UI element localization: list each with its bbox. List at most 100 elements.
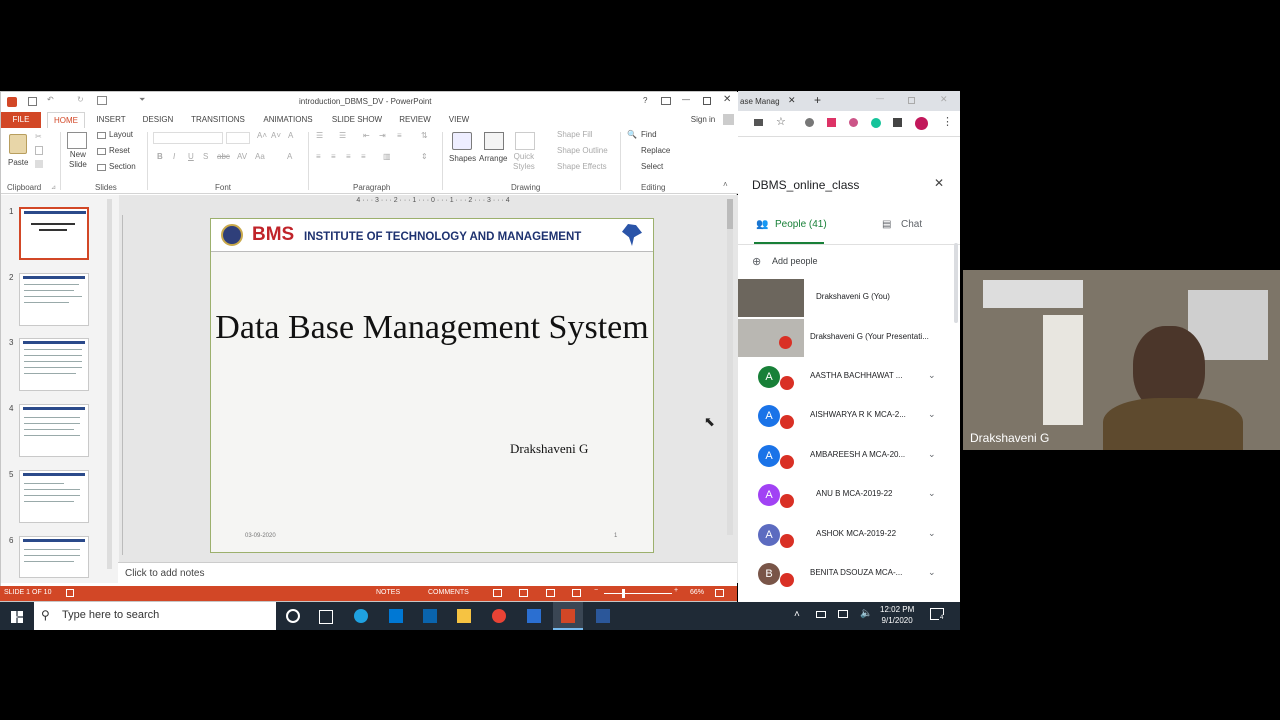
browser-restore-icon[interactable] [908,97,915,104]
maximize-icon[interactable] [703,97,711,105]
tab-review[interactable]: REVIEW [395,112,435,128]
increase-indent-icon[interactable]: ⇥ [379,131,386,140]
chevron-down-icon[interactable]: ⌄ [928,488,936,499]
section-button[interactable]: Section [109,162,136,171]
shape-fill-button[interactable]: Shape Fill [557,130,593,139]
participant-row[interactable]: B BENITA DSOUZA MCA-... ⌄ [738,555,960,594]
normal-view-icon[interactable] [493,589,502,597]
participant-row[interactable]: A AISHWARYA R K MCA-2... ⌄ [738,397,960,436]
chevron-down-icon[interactable]: ⌄ [928,567,936,578]
align-center-icon[interactable]: ≡ [331,152,336,161]
layout-icon[interactable] [97,132,106,139]
extension-2-icon[interactable] [827,118,836,127]
browser-close-icon[interactable]: ✕ [940,94,948,105]
shrink-font-icon[interactable]: A˅ [271,131,281,140]
collapse-ribbon-icon[interactable]: ˄ [723,180,728,189]
show-hidden-icons-icon[interactable]: ˄ [794,609,800,620]
extension-3-icon[interactable] [849,118,858,127]
customize-qat-icon[interactable]: ⏷ [139,95,145,105]
file-explorer-icon[interactable] [457,609,471,623]
browser-minimize-icon[interactable]: — [876,94,884,103]
mail-icon[interactable] [423,609,437,623]
underline-icon[interactable]: U [188,152,194,161]
help-icon[interactable]: ? [643,96,647,105]
bold-icon[interactable]: B [157,152,163,161]
tab-chat[interactable]: Chat [901,219,922,230]
bookmark-star-icon[interactable]: ☆ [776,115,786,128]
participant-row[interactable]: A ANU B MCA-2019-22 ⌄ [738,476,960,515]
participants-scrollbar[interactable] [954,243,958,323]
slide-show-icon[interactable] [572,589,581,597]
slide-thumbnail-2[interactable] [19,273,89,326]
comments-button[interactable]: COMMENTS [428,589,469,596]
reset-button[interactable]: Reset [109,146,130,155]
user-icon[interactable] [723,114,734,125]
quick-styles-icon[interactable] [515,132,535,150]
browser-tab-title[interactable]: ase Manag [740,97,780,106]
dialog-launcher-icon[interactable]: ⊿ [51,184,56,191]
new-slide-button[interactable]: New Slide [69,150,87,170]
clear-formatting-icon[interactable]: A [288,131,293,140]
volume-icon[interactable]: 🔈 [860,608,872,619]
slide-thumbnail-6[interactable] [19,536,89,578]
zoom-level[interactable]: 66% [690,589,704,596]
tab-transitions[interactable]: TRANSITIONS [189,112,247,128]
select-button[interactable]: Select [641,162,663,171]
shapes-icon[interactable] [452,132,472,150]
format-painter-icon[interactable] [35,160,43,168]
start-from-beginning-icon[interactable] [97,96,107,105]
reset-icon[interactable] [97,148,106,155]
save-icon[interactable] [28,97,37,106]
people-tab-icon[interactable]: 👥 [756,219,768,230]
strikethrough-icon[interactable]: abc [217,152,230,161]
thumbs-scrollbar[interactable] [107,199,112,569]
bullets-icon[interactable]: ☰ [316,131,323,140]
close-panel-icon[interactable]: ✕ [934,176,944,190]
tab-animations[interactable]: ANIMATIONS [259,112,317,128]
justify-icon[interactable]: ≡ [361,152,366,161]
shapes-button[interactable]: Shapes [449,154,476,163]
tab-view[interactable]: VIEW [445,112,473,128]
extension-5-icon[interactable] [893,118,902,127]
arrange-icon[interactable] [484,132,504,150]
minimize-icon[interactable]: — [682,95,690,104]
browser-menu-icon[interactable]: ⋮ [942,115,953,128]
redo-icon[interactable]: ↻ [77,95,84,104]
undo-icon[interactable]: ↶ [47,95,54,104]
task-view-icon[interactable] [319,610,333,624]
paste-icon[interactable] [9,134,27,154]
font-size-dropdown[interactable] [226,132,250,144]
battery-icon[interactable] [816,611,826,618]
tab-insert[interactable]: INSERT [93,112,129,128]
shape-outline-button[interactable]: Shape Outline [557,146,608,155]
paste-button[interactable]: Paste [8,158,28,167]
camera-icon[interactable] [754,119,763,126]
participant-row[interactable]: Drakshaveni G (Your Presentati... [738,319,960,358]
decrease-indent-icon[interactable]: ⇤ [363,131,370,140]
tab-design[interactable]: DESIGN [139,112,177,128]
zoom-out-icon[interactable]: − [594,587,598,594]
chevron-down-icon[interactable]: ⌄ [928,449,936,460]
cut-icon[interactable]: ✂ [35,132,42,141]
tab-slide-show[interactable]: SLIDE SHOW [329,112,385,128]
layout-button[interactable]: Layout [109,130,133,139]
columns-icon[interactable]: ▥ [383,152,391,161]
current-slide[interactable]: BMS INSTITUTE OF TECHNOLOGY AND MANAGEME… [210,218,654,553]
quick-styles-button[interactable]: Quick Styles [513,152,535,172]
shape-effects-button[interactable]: Shape Effects [557,162,607,171]
add-people-icon[interactable]: ⊕ [752,255,761,268]
app-icon[interactable] [527,609,541,623]
powerpoint-taskbar-icon[interactable] [561,609,575,623]
grammarly-icon[interactable] [871,118,881,128]
windows-start-icon[interactable] [11,611,23,623]
edit-scrollbar[interactable] [727,199,733,535]
align-text-icon[interactable]: ⇕ [421,152,428,161]
slide-title[interactable]: Data Base Management System [211,307,653,348]
char-spacing-icon[interactable]: AV [237,152,247,161]
scroll-thumb[interactable] [727,199,733,229]
sign-in-link[interactable]: Sign in [685,112,721,128]
fit-slide-icon[interactable] [715,589,724,597]
slide-thumbnail-4[interactable] [19,404,89,457]
profile-avatar[interactable] [915,117,928,130]
word-taskbar-icon[interactable] [596,609,610,623]
